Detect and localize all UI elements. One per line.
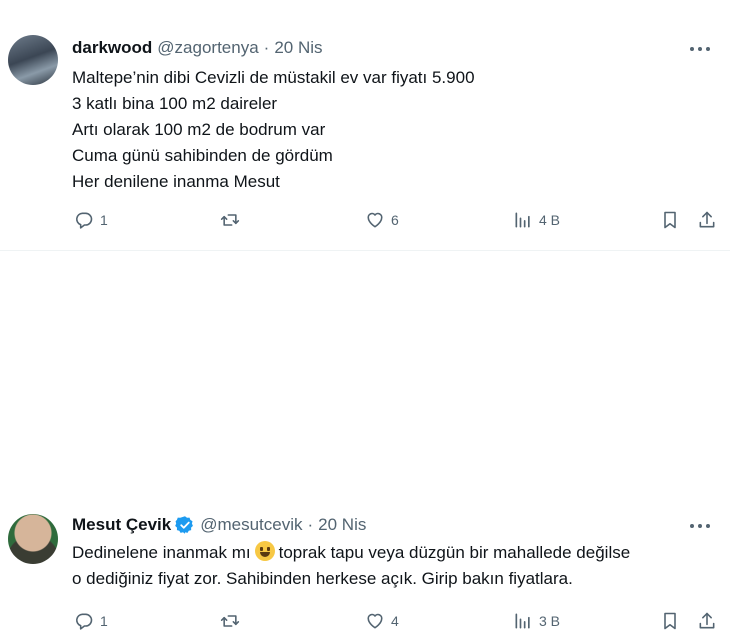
views-icon [515,212,530,228]
grinning-emoji-icon [254,541,275,561]
share-icon [699,612,715,629]
view-count: 4 B [539,212,561,228]
views-button[interactable]: 4 B [513,210,560,230]
reply-count: 1 [100,613,108,629]
user-handle[interactable]: @mesutcevik [200,515,302,535]
tweet-text-line: 3 katlı bina 100 m2 daireler [72,94,278,113]
tweet-text-line: Maltepe’nin dibi Cevizli de müstakil ev … [72,68,475,87]
heart-icon [367,212,383,228]
display-name[interactable]: Mesut Çevik [72,515,171,535]
display-name[interactable]: darkwood [72,38,152,58]
share-button[interactable] [697,611,717,631]
separator: · [263,38,270,57]
tweet-date[interactable]: 20 Nis [274,38,322,58]
more-icon[interactable] [690,46,710,52]
bookmark-icon [664,211,676,229]
tweet-text-segment: toprak tapu veya düzgün bir mahallede de… [278,543,631,562]
retweet-icon [220,214,240,226]
like-button[interactable]: 6 [365,210,399,230]
more-icon[interactable] [690,523,710,529]
share-icon [699,211,715,228]
tweet-header: darkwood @zagortenya · 20 Nis [72,38,323,58]
reply-button[interactable]: 1 [74,611,108,631]
reply-icon [76,212,93,229]
avatar[interactable] [8,514,58,564]
tweet-text-line: Cuma günü sahibinden de gördüm [72,146,333,165]
tweet-mesut-cevik[interactable]: Mesut Çevik @mesutcevik · 20 Nis Dedinel… [0,250,730,630]
retweet-icon [220,615,240,627]
bookmark-button[interactable] [660,210,680,230]
like-count: 4 [391,613,399,629]
verified-badge-icon[interactable] [175,515,195,535]
user-handle[interactable]: @zagortenya [157,38,258,58]
tweet-darkwood[interactable]: darkwood @zagortenya · 20 Nis Maltepe’ni… [0,0,730,250]
like-button[interactable]: 4 [365,611,399,631]
tweet-header: Mesut Çevik @mesutcevik · 20 Nis [72,515,366,535]
retweet-button[interactable] [220,210,246,230]
tweet-text-segment: Dedinelene inanmak mı [72,543,251,562]
views-icon [515,613,530,629]
share-button[interactable] [697,210,717,230]
retweet-button[interactable] [220,611,246,631]
action-bar: 1 4 3 B [0,611,730,635]
like-count: 6 [391,212,399,228]
bookmark-icon [664,612,676,630]
reply-count: 1 [100,212,108,228]
heart-icon [367,613,383,629]
action-bar: 1 6 4 B [0,210,730,234]
tweet-text: Dedinelene inanmak mı toprak tapu veya dü… [72,540,630,592]
reply-icon [76,613,93,630]
avatar[interactable] [8,35,58,85]
views-button[interactable]: 3 B [513,611,560,631]
bookmark-button[interactable] [660,611,680,631]
tweet-text: Maltepe’nin dibi Cevizli de müstakil ev … [72,65,475,195]
view-count: 3 B [539,613,561,629]
tweet-text-line: Dedinelene inanmak mı toprak tapu veya dü… [72,540,630,566]
tweet-text-line: Her denilene inanma Mesut [72,172,280,191]
reply-button[interactable]: 1 [74,210,108,230]
tweet-date[interactable]: 20 Nis [318,515,366,535]
separator: · [307,515,314,534]
tweet-text-line: o dediğiniz fiyat zor. Sahibinden herkes… [72,569,573,588]
tweet-text-line: Artı olarak 100 m2 de bodrum var [72,120,326,139]
